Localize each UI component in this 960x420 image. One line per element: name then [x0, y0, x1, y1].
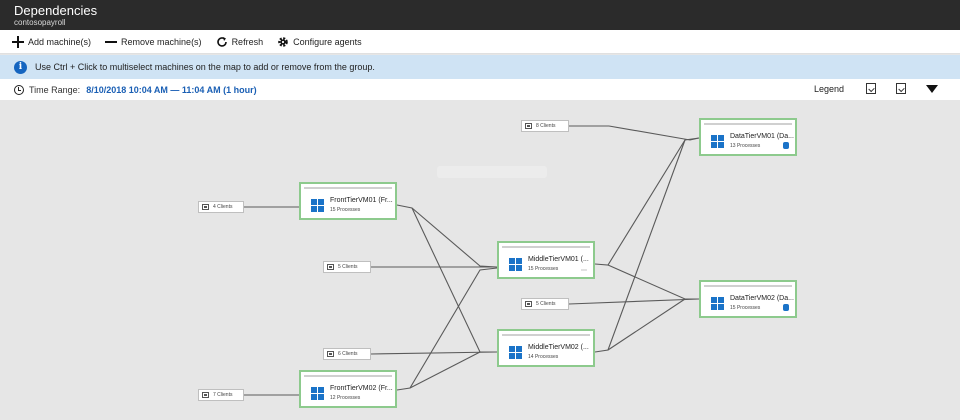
- plus-icon: [12, 35, 24, 48]
- machine-name: MiddleTierVM01 (...: [528, 256, 589, 263]
- time-range-label: Time Range:: [29, 84, 81, 95]
- machine-name: DataTierVM01 (Da...: [730, 133, 794, 140]
- refresh-button[interactable]: Refresh: [216, 36, 264, 48]
- machine-node-middletiervm02[interactable]: MiddleTierVM02 (... 14 Processes: [497, 329, 595, 367]
- database-icon: [783, 304, 789, 311]
- connection-lines: [244, 125, 700, 396]
- add-machine-label: Add machine(s): [28, 36, 92, 47]
- machine-process-count: 13 Processes: [730, 143, 761, 149]
- filter-icon[interactable]: [926, 84, 938, 93]
- remove-machine-label: Remove machine(s): [121, 36, 202, 47]
- windows-icon: [711, 135, 724, 148]
- machine-name: FrontTierVM01 (Fr...: [330, 197, 393, 204]
- machine-name: FrontTierVM02 (Fr...: [330, 385, 393, 392]
- client-group-node[interactable]: 5 Clients: [323, 261, 371, 273]
- info-banner: i Use Ctrl + Click to multiselect machin…: [0, 55, 960, 79]
- machine-process-count: 15 Processes: [730, 305, 761, 311]
- client-icon: [202, 204, 209, 210]
- page-subtitle: contosopayroll: [14, 18, 66, 27]
- configure-agents-button[interactable]: Configure agents: [277, 36, 362, 48]
- more-options-icon[interactable]: ⋯: [581, 267, 587, 274]
- info-text: Use Ctrl + Click to multiselect machines…: [35, 62, 375, 72]
- info-icon: i: [14, 60, 27, 74]
- machine-node-fronttiervm02[interactable]: FrontTierVM02 (Fr... 12 Processes: [299, 370, 397, 408]
- minus-icon: [105, 36, 118, 48]
- windows-icon: [711, 297, 724, 310]
- client-group-node[interactable]: 8 Clients: [521, 120, 569, 132]
- configure-agents-label: Configure agents: [293, 36, 362, 47]
- gear-icon: [278, 36, 288, 47]
- client-count-label: 5 Clients: [536, 301, 556, 307]
- client-count-label: 5 Clients: [338, 264, 358, 270]
- machine-node-middletiervm01[interactable]: MiddleTierVM01 (... 15 Processes ⋯: [497, 241, 595, 279]
- add-machine-button[interactable]: Add machine(s): [12, 35, 92, 48]
- client-group-node[interactable]: 5 Clients: [521, 298, 569, 310]
- app-header: Dependencies contosopayroll: [0, 0, 960, 30]
- dependency-map[interactable]: 4 Clients 5 Clients 6 Clients 7 Clients …: [0, 100, 960, 420]
- windows-icon: [311, 199, 324, 212]
- client-icon: [525, 301, 532, 307]
- windows-icon: [311, 387, 324, 400]
- machine-node-fronttiervm01[interactable]: FrontTierVM01 (Fr... 15 Processes: [299, 182, 397, 220]
- time-range-bar: Time Range: 8/10/2018 10:04 AM — 11:04 A…: [0, 79, 960, 100]
- clock-icon: [14, 84, 24, 95]
- windows-icon: [509, 346, 522, 359]
- client-count-label: 6 Clients: [338, 351, 358, 357]
- collapse-all-icon[interactable]: [896, 83, 906, 94]
- machine-process-count: 12 Processes: [330, 395, 361, 401]
- database-icon: [783, 142, 789, 149]
- client-count-label: 8 Clients: [536, 123, 556, 129]
- machine-node-datatiervm01[interactable]: DataTierVM01 (Da... 13 Processes: [699, 118, 797, 156]
- remove-machine-button[interactable]: Remove machine(s): [105, 36, 202, 48]
- client-group-node[interactable]: 4 Clients: [198, 201, 244, 213]
- client-icon: [327, 264, 334, 270]
- machine-name: MiddleTierVM02 (...: [528, 344, 589, 351]
- client-icon: [202, 392, 209, 398]
- time-range-selector[interactable]: 8/10/2018 10:04 AM — 11:04 AM (1 hour): [86, 85, 256, 95]
- client-icon: [525, 123, 532, 129]
- machine-process-count: 15 Processes: [330, 207, 361, 213]
- page-title: Dependencies: [14, 3, 98, 18]
- client-icon: [327, 351, 334, 357]
- legend-button[interactable]: Legend: [814, 84, 844, 94]
- machine-process-count: 14 Processes: [528, 354, 559, 360]
- machine-name: DataTierVM02 (Da...: [730, 295, 794, 302]
- map-controls: Legend: [814, 83, 938, 94]
- refresh-icon: [216, 36, 227, 47]
- client-group-node[interactable]: 6 Clients: [323, 348, 371, 360]
- client-count-label: 7 Clients: [213, 392, 233, 398]
- client-count-label: 4 Clients: [213, 204, 233, 210]
- machine-process-count: 15 Processes: [528, 266, 559, 272]
- client-group-node[interactable]: 7 Clients: [198, 389, 244, 401]
- refresh-label: Refresh: [231, 36, 264, 47]
- toolbar: Add machine(s) Remove machine(s) Refresh…: [0, 30, 960, 54]
- expand-all-icon[interactable]: [866, 83, 876, 94]
- machine-node-datatiervm02[interactable]: DataTierVM02 (Da... 15 Processes: [699, 280, 797, 318]
- windows-icon: [509, 258, 522, 271]
- map-tooltip-placeholder: [437, 166, 547, 178]
